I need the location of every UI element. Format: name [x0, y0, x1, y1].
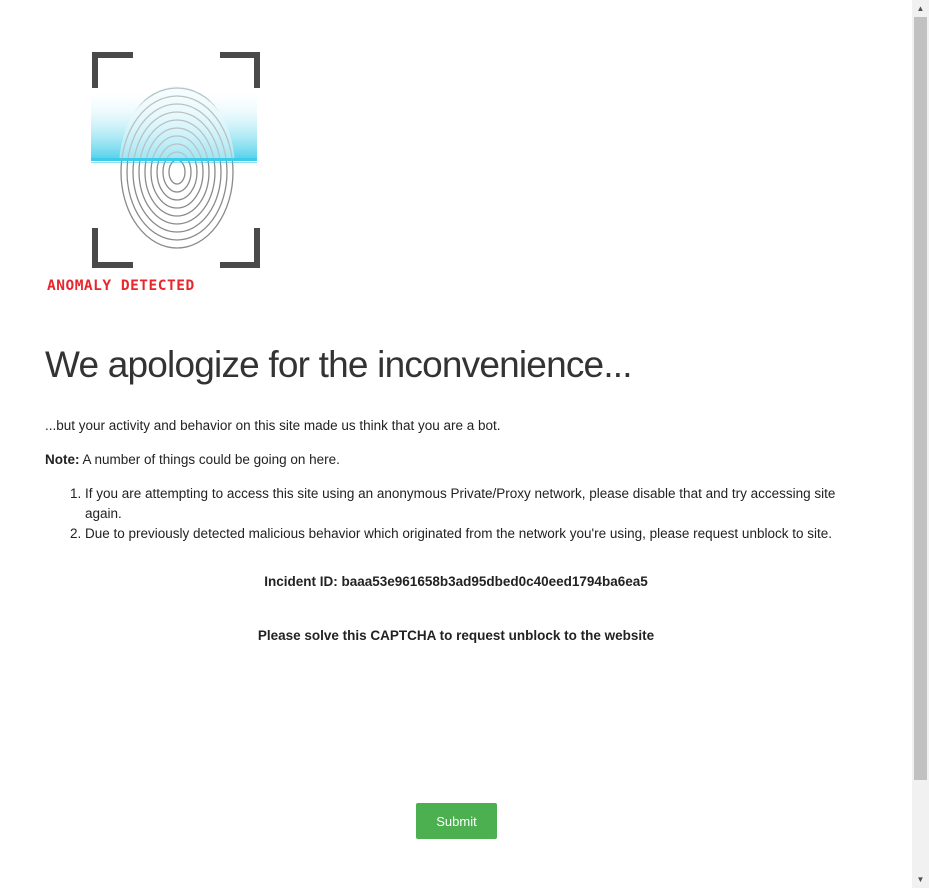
note-text: Note: A number of things could be going …	[45, 452, 340, 467]
scroll-thumb[interactable]	[914, 17, 927, 780]
scroll-down-icon[interactable]: ▼	[912, 871, 929, 888]
note-label: Note:	[45, 452, 80, 467]
note-body: A number of things could be going on her…	[79, 452, 340, 467]
list-item: Due to previously detected malicious beh…	[85, 524, 875, 544]
fingerprint-scan-icon	[91, 52, 260, 268]
logo-caption: ANOMALY DETECTED	[47, 278, 195, 294]
page-title: We apologize for the inconvenience...	[45, 344, 633, 385]
captcha-prompt: Please solve this CAPTCHA to request unb…	[257, 628, 655, 643]
list-item: If you are attempting to access this sit…	[85, 484, 875, 524]
scroll-up-icon[interactable]: ▲	[912, 0, 929, 17]
submit-button[interactable]: Submit	[416, 803, 497, 839]
reasons-list: If you are attempting to access this sit…	[45, 484, 875, 544]
vertical-scrollbar[interactable]: ▲ ▼	[912, 0, 929, 888]
intro-text: ...but your activity and behavior on thi…	[45, 418, 501, 433]
page: ANOMALY DETECTED We apologize for the in…	[0, 0, 929, 888]
incident-id: Incident ID: baaa53e961658b3ad95dbed0c40…	[264, 574, 648, 589]
